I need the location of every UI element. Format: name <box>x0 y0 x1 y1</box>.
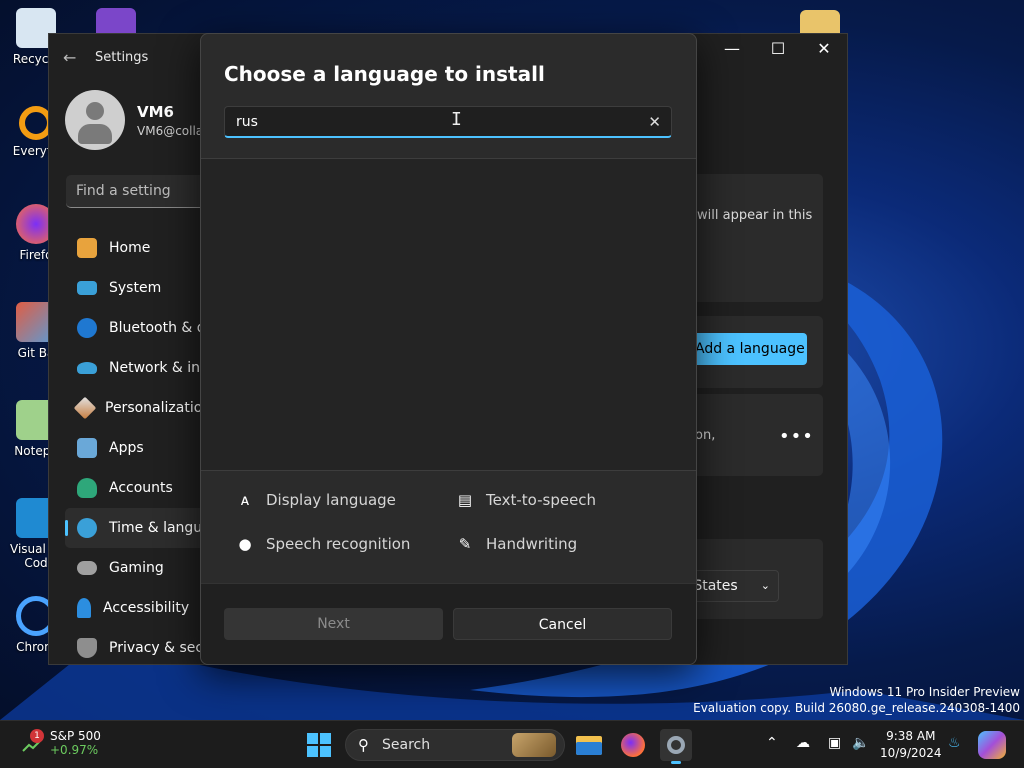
dialog-footer: Next Cancel <box>201 583 696 664</box>
more-options-icon[interactable]: ••• <box>779 426 814 447</box>
choose-language-dialog: Choose a language to install ✕ I ᴀ Displ… <box>200 33 697 665</box>
file-explorer-icon[interactable] <box>573 729 605 761</box>
feature-label: Speech recognition <box>266 535 411 553</box>
accessibility-icon <box>77 598 91 618</box>
sidebar-item-label: Time & langua <box>109 520 211 536</box>
clear-search-icon[interactable]: ✕ <box>648 113 661 131</box>
sidebar-item-label: Personalization <box>105 400 212 416</box>
dialog-title: Choose a language to install <box>224 62 545 86</box>
settings-taskbar-icon[interactable] <box>660 729 692 764</box>
sidebar-item-label: Gaming <box>109 560 164 576</box>
home-icon <box>77 238 97 258</box>
search-highlight-image <box>512 733 556 757</box>
cancel-button[interactable]: Cancel <box>453 608 672 640</box>
feature-handwriting: ✎ Handwriting <box>456 535 577 553</box>
stock-widget[interactable]: 1 S&P 500 +0.97% <box>22 727 112 763</box>
stock-change: +0.97% <box>50 743 99 757</box>
clock-time: 9:38 AM <box>886 729 936 743</box>
sidebar-item-label: Home <box>109 240 151 256</box>
globe-clock-icon <box>77 518 97 538</box>
apps-icon <box>77 438 97 458</box>
sidebar-item-label: Bluetooth & de <box>109 320 215 336</box>
brush-icon <box>73 396 97 420</box>
sidebar-item-label: Apps <box>109 440 144 456</box>
feature-speech-recognition: ● Speech recognition <box>236 535 410 553</box>
sidebar-item-label: Accessibility <box>103 600 190 616</box>
windows-logo-icon <box>307 733 318 744</box>
language-search-input[interactable] <box>225 107 625 137</box>
volume-icon[interactable]: 🔈 <box>852 735 869 751</box>
taskbar-search[interactable]: ⚲ Search <box>345 729 565 761</box>
chevron-down-icon: ⌄ <box>760 579 770 592</box>
window-controls: — ☐ ✕ <box>709 34 847 64</box>
network-icon[interactable]: ▣ <box>828 735 841 751</box>
add-language-button[interactable]: Add a language <box>689 333 807 365</box>
wifi-icon <box>77 362 97 374</box>
bluetooth-icon <box>77 318 97 338</box>
text-cursor-icon: I <box>451 109 462 130</box>
language-info-card <box>679 174 823 302</box>
user-name: VM6 <box>137 102 174 121</box>
cloud-offline-icon[interactable]: ☁ <box>796 735 810 751</box>
language-results-list[interactable] <box>201 159 696 470</box>
feature-label: Handwriting <box>486 535 578 553</box>
avatar <box>65 90 125 150</box>
user-profile[interactable]: VM6 VM6@collal <box>65 90 207 150</box>
user-email: VM6@collal <box>137 123 207 138</box>
evaluation-watermark: Windows 11 Pro Insider Preview Evaluatio… <box>693 684 1020 716</box>
feature-text-to-speech: ▤ Text-to-speech <box>456 491 596 509</box>
feature-label: Display language <box>266 491 396 509</box>
back-arrow-icon[interactable]: ← <box>63 48 77 67</box>
notification-badge: 1 <box>30 729 44 743</box>
watermark-line-1: Windows 11 Pro Insider Preview <box>829 685 1020 699</box>
start-button[interactable] <box>307 733 331 757</box>
sidebar-item-label: Network & inte <box>109 360 215 376</box>
notification-bell-icon[interactable]: ♨ <box>948 735 961 751</box>
shield-icon <box>77 638 97 658</box>
taskbar-search-label: Search <box>382 737 431 753</box>
clock[interactable]: 9:38 AM 10/9/2024 <box>880 728 942 762</box>
show-hidden-icons-chevron-icon[interactable]: ⌃ <box>766 735 778 751</box>
sidebar-item-label: Accounts <box>109 480 173 496</box>
feature-display-language: ᴀ Display language <box>236 491 396 509</box>
gamepad-icon <box>77 561 97 575</box>
watermark-line-2: Evaluation copy. Build 26080.ge_release.… <box>693 701 1020 715</box>
close-icon[interactable]: ✕ <box>801 34 847 64</box>
divider <box>201 470 696 471</box>
maximize-icon[interactable]: ☐ <box>755 34 801 64</box>
handwriting-icon: ✎ <box>458 535 472 553</box>
display-language-icon: ᴀ <box>240 491 250 509</box>
language-item-text: on, <box>695 428 716 443</box>
text-to-speech-icon: ▤ <box>457 491 473 509</box>
search-icon: ⚲ <box>358 736 369 754</box>
sidebar-item-label: Privacy & secu <box>109 640 212 656</box>
stock-name: S&P 500 <box>50 729 101 743</box>
language-search-box: ✕ <box>224 106 672 138</box>
next-button[interactable]: Next <box>224 608 443 640</box>
microphone-icon: ● <box>238 535 252 553</box>
person-icon <box>77 478 97 498</box>
feature-label: Text-to-speech <box>486 491 597 509</box>
monitor-icon <box>77 281 97 295</box>
taskbar: 1 S&P 500 +0.97% ⚲ Search ⌃ ☁ ▣ 🔈 9:38 A… <box>0 720 1024 768</box>
minimize-icon[interactable]: — <box>709 34 755 64</box>
language-info-text: will appear in this <box>697 208 813 223</box>
window-title: Settings <box>95 50 149 65</box>
sidebar-item-label: System <box>109 280 162 296</box>
title-bar: ← Settings <box>63 48 148 67</box>
firefox-taskbar-icon[interactable] <box>617 729 649 761</box>
copilot-icon[interactable] <box>978 731 1006 759</box>
clock-date: 10/9/2024 <box>880 746 942 760</box>
